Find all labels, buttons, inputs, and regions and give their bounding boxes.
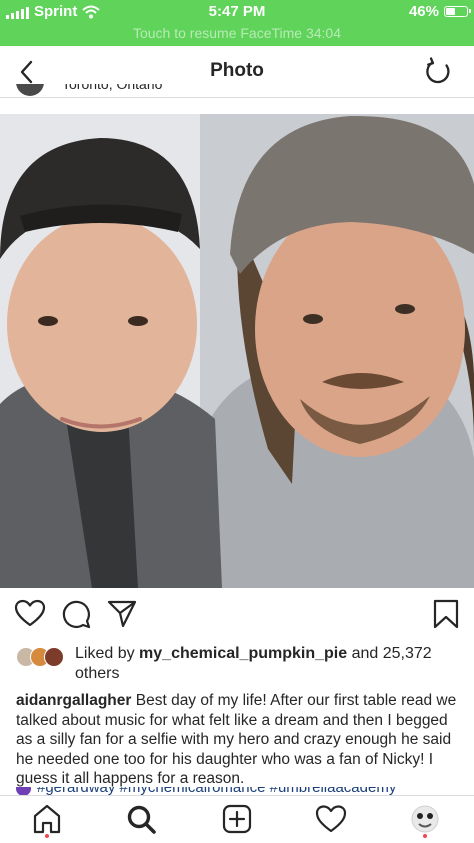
page-title: Photo: [210, 60, 264, 81]
post-caption: aidanrgallagher Best day of my life! Aft…: [16, 691, 462, 789]
home-icon[interactable]: [30, 802, 64, 836]
home-notification-dot: [45, 834, 49, 838]
liker-avatars: [16, 647, 72, 669]
share-icon[interactable]: [106, 598, 138, 630]
new-post-icon[interactable]: [220, 802, 254, 836]
tab-bar: [0, 795, 474, 843]
post-location[interactable]: Toronto, Ontario: [62, 84, 162, 92]
battery-icon: [444, 6, 471, 17]
search-icon[interactable]: [124, 802, 158, 836]
likes-summary[interactable]: Liked by my_chemical_pumpkin_pie and 25,…: [16, 644, 466, 684]
liker-username[interactable]: my_chemical_pumpkin_pie: [139, 645, 347, 662]
post-photo[interactable]: [0, 114, 474, 588]
status-time: 5:47 PM: [208, 3, 266, 20]
selfie-image: [0, 114, 474, 588]
bookmark-icon[interactable]: [430, 598, 462, 630]
profile-notification-dot: [423, 834, 427, 838]
liker-avatar: [44, 647, 64, 667]
battery-fill: [446, 8, 455, 15]
caption-username[interactable]: aidanrgallagher: [16, 692, 131, 709]
likes-prefix: Liked by: [75, 645, 135, 662]
heart-icon[interactable]: [14, 598, 46, 630]
likes-text: Liked by my_chemical_pumpkin_pie and 25,…: [75, 644, 460, 684]
activity-heart-icon[interactable]: [314, 802, 348, 836]
post-header: Toronto, Ontario: [0, 84, 474, 98]
post-actions: [0, 598, 474, 634]
battery-info: 46%: [408, 3, 471, 20]
profile-avatar[interactable]: [408, 802, 442, 836]
divider: [0, 97, 474, 98]
battery-percent: 46%: [408, 3, 439, 20]
poster-avatar[interactable]: [16, 84, 44, 96]
facetime-banner[interactable]: Touch to resume FaceTime 34:04: [0, 25, 474, 41]
comment-icon[interactable]: [60, 598, 92, 630]
status-bar: Sprint 5:47 PM 46% Touch to resume FaceT…: [0, 0, 474, 46]
